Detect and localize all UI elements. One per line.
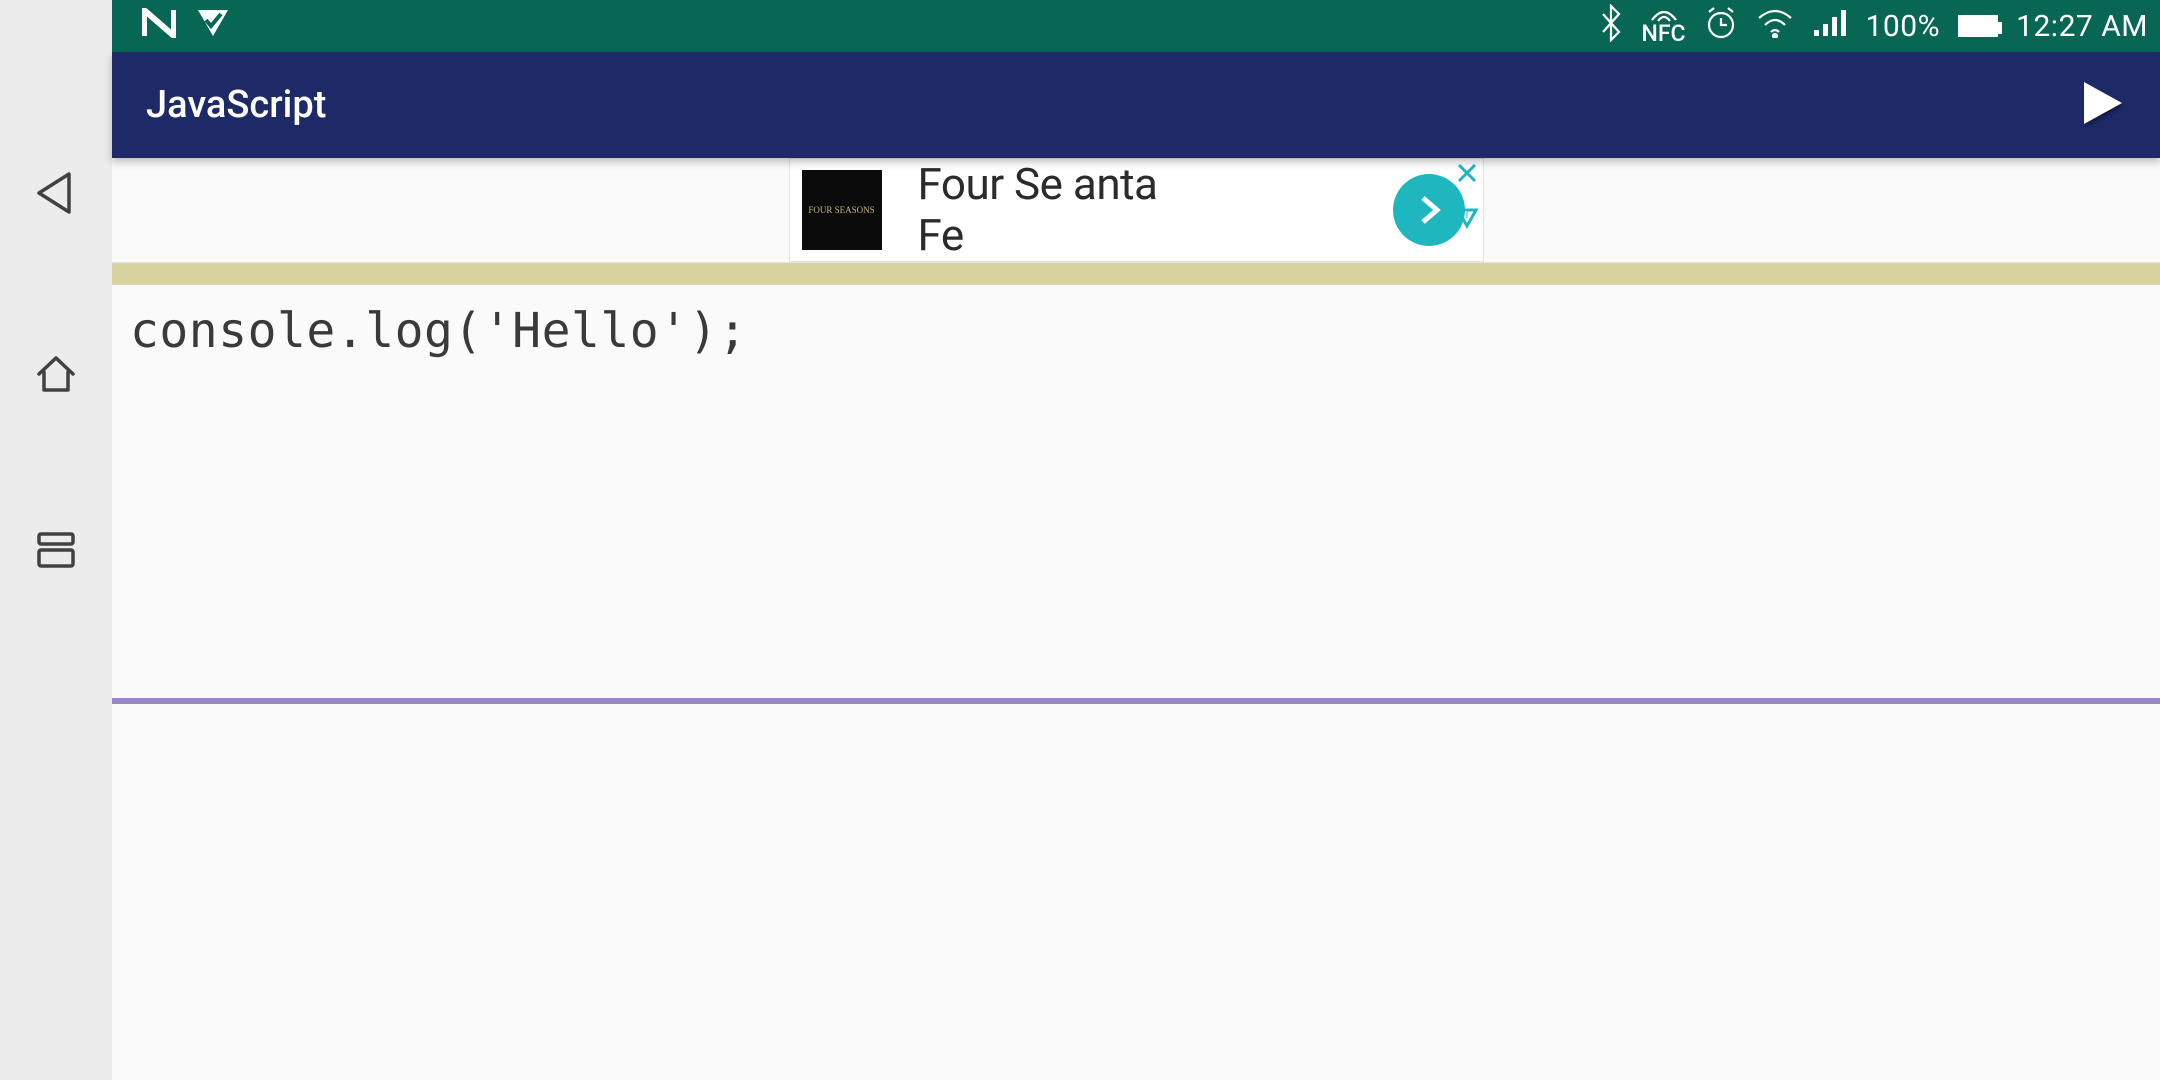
android-nav-rail	[0, 0, 112, 1080]
bluetooth-icon	[1598, 4, 1624, 49]
code-editor[interactable]: console.log('Hello');	[112, 285, 2160, 698]
ad-banner-row: FOUR SEASONS Four Se antaFe Test Ad i	[112, 158, 2160, 263]
ad-info-icon[interactable]: i	[1455, 207, 1479, 233]
app-title: JavaScript	[146, 83, 326, 127]
back-button[interactable]	[33, 170, 79, 220]
alarm-icon	[1704, 6, 1738, 47]
battery-icon	[1958, 15, 1998, 37]
cell-signal-icon	[1812, 8, 1848, 45]
clock-time: 12:27 AM	[2016, 9, 2148, 44]
checkmark-app-icon	[196, 8, 230, 45]
app-bar: JavaScript	[112, 52, 2160, 158]
recent-apps-button[interactable]	[33, 530, 79, 574]
android-n-icon	[142, 8, 176, 45]
nfc-icon: NFC	[1642, 8, 1686, 45]
svg-text:i: i	[1465, 209, 1467, 221]
home-button[interactable]	[33, 350, 79, 400]
wifi-icon	[1756, 8, 1794, 45]
ad-close-icon[interactable]	[1455, 161, 1479, 189]
status-bar: NFC 100% 12:27 AM	[112, 0, 2160, 52]
ad-banner[interactable]: FOUR SEASONS Four Se antaFe Test Ad i	[789, 158, 1484, 262]
battery-percentage: 100%	[1866, 9, 1941, 44]
output-area	[112, 704, 2160, 1080]
phone-screen: NFC 100% 12:27 AM JavaScript FOUR SEASO	[112, 0, 2160, 1080]
ad-thumbnail: FOUR SEASONS	[802, 170, 882, 250]
code-content[interactable]: console.log('Hello');	[130, 303, 2142, 359]
run-button[interactable]	[2076, 78, 2126, 132]
